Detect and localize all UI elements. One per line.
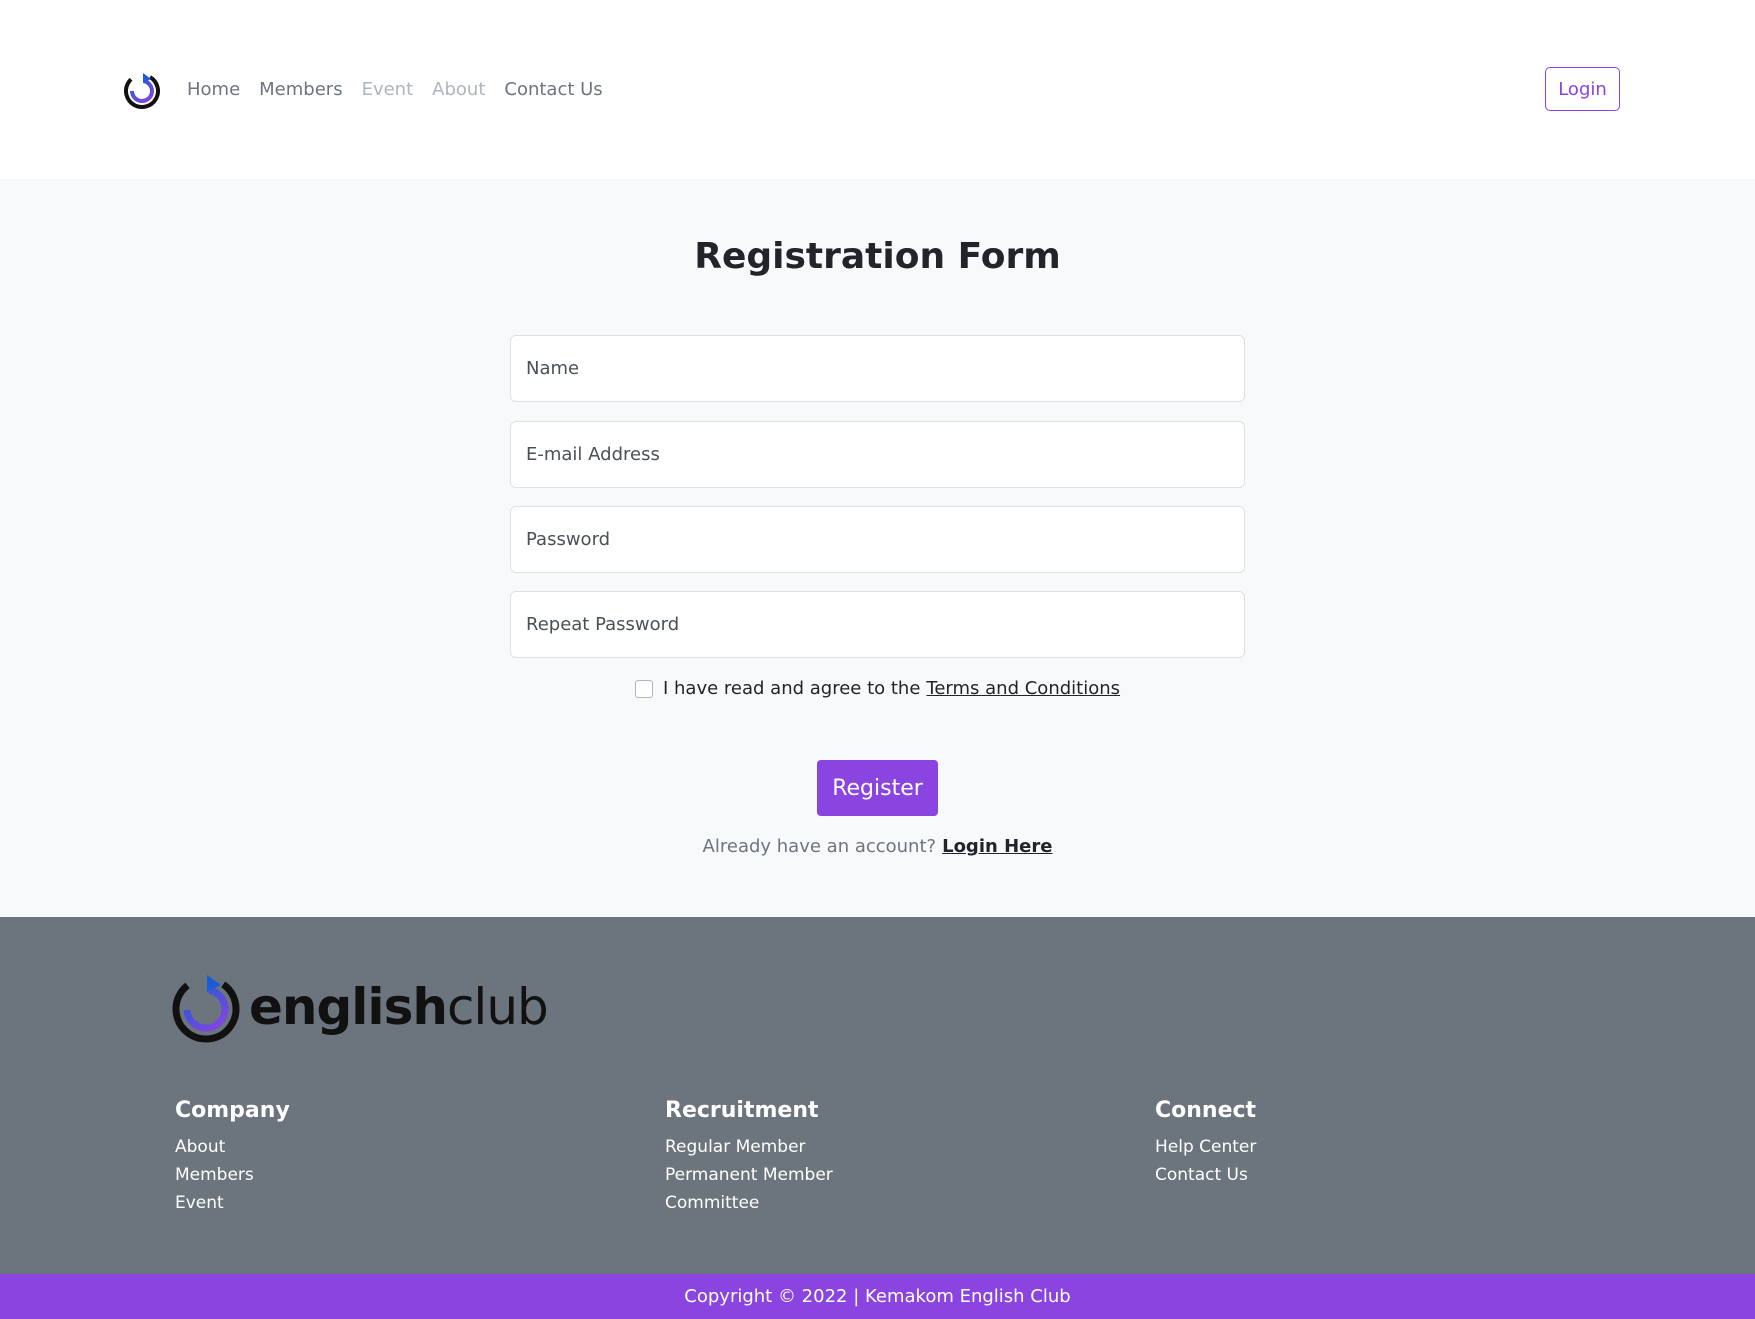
login-prompt: Already have an account? Login Here	[0, 836, 1755, 857]
footer-link-contact-us[interactable]: Contact Us	[1155, 1161, 1256, 1189]
footer-link-help-center[interactable]: Help Center	[1155, 1133, 1256, 1161]
registration-section: Registration Form I have read and agree …	[0, 179, 1755, 917]
page-title: Registration Form	[694, 236, 1061, 277]
login-button[interactable]: Login	[1545, 67, 1620, 111]
copyright-text: Copyright © 2022 | Kemakom English Club	[684, 1286, 1071, 1307]
footer-link-event[interactable]: Event	[175, 1189, 290, 1217]
login-prompt-text: Already have an account?	[702, 836, 937, 857]
register-button[interactable]: Register	[817, 760, 938, 816]
terms-row: I have read and agree to the Terms and C…	[0, 678, 1755, 699]
logo-icon	[172, 975, 240, 1043]
footer-link-about[interactable]: About	[175, 1133, 290, 1161]
footer-column-title: Company	[175, 1098, 290, 1123]
nav-links: Home Members Event About Contact Us	[187, 78, 622, 102]
repeat-password-input[interactable]	[510, 591, 1245, 658]
footer-wordmark: englishclub	[249, 978, 549, 1036]
nav-link-home[interactable]: Home	[187, 78, 240, 102]
name-input[interactable]	[510, 335, 1245, 402]
footer-link-permanent-member[interactable]: Permanent Member	[665, 1161, 833, 1189]
navbar: Home Members Event About Contact Us Logi…	[0, 0, 1755, 179]
footer-link-committee[interactable]: Committee	[665, 1189, 833, 1217]
footer-column-title: Connect	[1155, 1098, 1257, 1123]
terms-link[interactable]: Terms and Conditions	[926, 678, 1120, 699]
footer-column-title: Recruitment	[665, 1098, 819, 1123]
footer-logo: englishclub	[169, 970, 549, 1044]
nav-link-event[interactable]: Event	[362, 78, 414, 102]
footer-column-company: Company About Members Event	[175, 1097, 290, 1217]
terms-text: I have read and agree to the	[662, 678, 921, 699]
logo-icon[interactable]	[121, 70, 163, 112]
nav-link-contact-us[interactable]: Contact Us	[504, 78, 602, 102]
footer-link-regular-member[interactable]: Regular Member	[665, 1133, 833, 1161]
password-input[interactable]	[510, 506, 1245, 573]
copyright-bar: Copyright © 2022 | Kemakom English Club	[0, 1274, 1755, 1319]
footer-column-recruitment: Recruitment Regular Member Permanent Mem…	[665, 1097, 833, 1217]
footer: englishclub Company About Members Event …	[0, 917, 1755, 1274]
footer-column-connect: Connect Help Center Contact Us	[1155, 1097, 1256, 1189]
terms-checkbox[interactable]	[634, 679, 653, 698]
footer-link-members[interactable]: Members	[175, 1161, 290, 1189]
email-input[interactable]	[510, 421, 1245, 488]
login-here-link[interactable]: Login Here	[942, 836, 1052, 857]
nav-link-about[interactable]: About	[432, 78, 485, 102]
nav-link-members[interactable]: Members	[259, 78, 342, 102]
